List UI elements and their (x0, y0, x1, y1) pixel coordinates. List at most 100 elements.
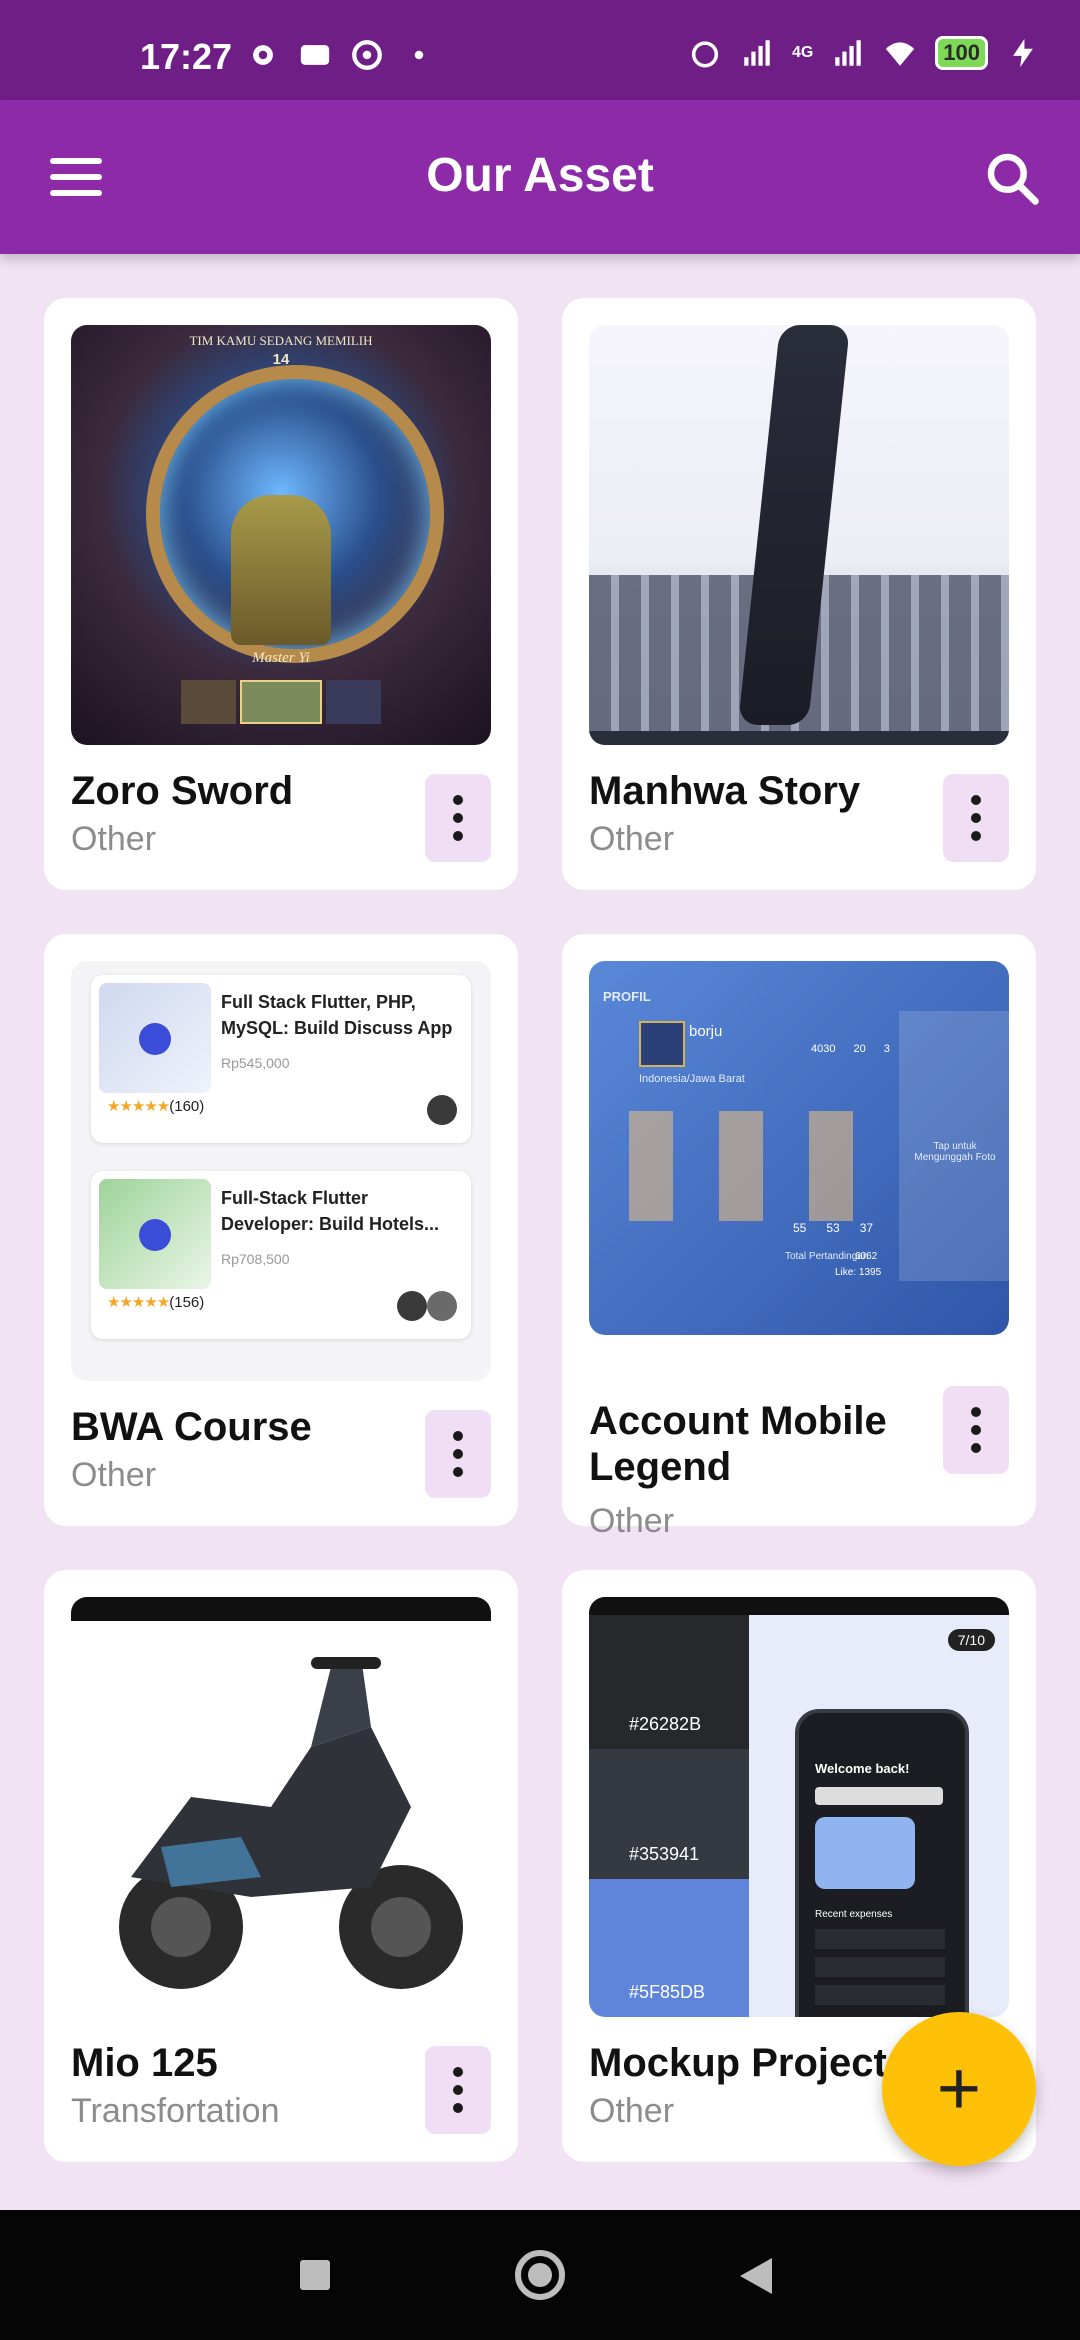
at-icon (352, 40, 382, 70)
ml-avatar (639, 1021, 685, 1067)
webtoon-icon (300, 45, 330, 65)
ml-likes: Like: 1395 (835, 1267, 882, 1278)
mockup-list (815, 1929, 945, 2009)
signal-4g-icon (835, 40, 862, 66)
ml-hint: Tap untuk Mengunggah Foto (914, 1141, 996, 1163)
avatar (397, 1291, 427, 1321)
plus-icon: + (936, 2046, 982, 2131)
ml-badges (629, 1111, 889, 1221)
scooter-image (119, 1657, 463, 1989)
battery-level: 100 (935, 36, 988, 70)
gear-icon (253, 45, 273, 65)
charging-icon (1013, 38, 1033, 68)
asset-category: Transfortation (71, 2092, 280, 2130)
wifi-icon (886, 42, 915, 66)
course-price: Rp708,500 (221, 1251, 290, 1267)
back-triangle-icon[interactable] (740, 2258, 772, 2294)
asset-card[interactable]: Mio 125 Transfortation (44, 1570, 518, 2162)
mockup-card (815, 1817, 915, 1889)
ml-stat: 3 (883, 1043, 890, 1055)
color-swatch: #5F85DB (589, 1879, 749, 2017)
status-time: 17:27 (140, 36, 233, 77)
ml-count: 53 (826, 1221, 840, 1235)
color-swatch: #26282B (589, 1615, 749, 1749)
system-nav-bar (0, 2210, 1080, 2340)
app-bar: Our Asset (0, 100, 1080, 254)
asset-category: Other (71, 1456, 157, 1494)
ml-counts: 55 53 37 (793, 1221, 873, 1235)
more-options-button[interactable] (943, 774, 1009, 862)
dot-icon (414, 50, 424, 60)
course-title: Full Stack Flutter, PHP, MySQL: Build Di… (221, 992, 453, 1038)
asset-image: #26282B #353941 #5F85DB 7/10 Welcome bac… (589, 1597, 1009, 2017)
ml-region: Indonesia/Jawa Barat (639, 1073, 745, 1085)
asset-card[interactable]: Full Stack Flutter, PHP, MySQL: Build Di… (44, 934, 518, 1526)
ml-count: 37 (859, 1221, 874, 1235)
swatch-label: #5F85DB (629, 1982, 706, 2002)
star-rating-icon: ★★★★★ (107, 1098, 170, 1115)
ml-stat: 4030 (811, 1043, 836, 1055)
ground (589, 731, 1009, 745)
swatch-label: #353941 (629, 1844, 700, 1864)
ml-header: PROFIL (603, 989, 651, 1004)
play-icon (139, 1219, 171, 1251)
asset-category: Other (589, 820, 675, 858)
asset-image: PROFIL borju Indonesia/Jawa Barat 4030 2… (589, 961, 1009, 1335)
course-reviews: (160) (169, 1098, 205, 1115)
hero-carousel (181, 680, 381, 724)
asset-title: Manhwa Story (589, 769, 861, 813)
phone-mockup: Welcome back! Recent expenses (795, 1709, 969, 2017)
image-caption: TIM KAMU SEDANG MEMILIH (189, 333, 373, 348)
more-options-button[interactable] (943, 1386, 1009, 1474)
image-top-bar (589, 1597, 1009, 1615)
mockup-search (815, 1787, 943, 1805)
home-circle-icon[interactable] (515, 2250, 565, 2300)
more-options-button[interactable] (425, 774, 491, 862)
asset-title: Mio 125 (71, 2041, 218, 2085)
ml-side-panel: Tap untuk Mengunggah Foto (899, 1011, 1009, 1281)
ml-total: 6062 (855, 1251, 878, 1262)
asset-card[interactable]: PROFIL borju Indonesia/Jawa Barat 4030 2… (562, 934, 1036, 1540)
course-thumbnail (99, 1179, 211, 1289)
add-asset-button[interactable]: + (882, 2012, 1036, 2166)
course-card: Full Stack Flutter, PHP, MySQL: Build Di… (91, 975, 471, 1143)
asset-title: Zoro Sword (71, 769, 294, 813)
asset-title: Account Mobile Legend (589, 1399, 887, 1489)
course-price: Rp545,000 (221, 1055, 290, 1071)
color-swatch: #353941 (589, 1749, 749, 1879)
ml-stat: 20 (853, 1043, 866, 1055)
recents-square-icon[interactable] (300, 2260, 330, 2290)
asset-category: Other (71, 820, 157, 858)
course-card: Full-Stack Flutter Developer: Build Hote… (91, 1171, 471, 1339)
course-title: Full-Stack Flutter Developer: Build Hote… (221, 1188, 440, 1234)
page-title: Our Asset (426, 149, 654, 202)
course-rating: ★★★★★(156) (107, 1293, 204, 1311)
play-icon (139, 1023, 171, 1055)
asset-category: Other (589, 2092, 675, 2130)
search-icon[interactable] (984, 150, 1040, 206)
more-options-button[interactable] (425, 1410, 491, 1498)
avatar (427, 1291, 457, 1321)
avatar (427, 1095, 457, 1125)
asset-image: Full Stack Flutter, PHP, MySQL: Build Di… (71, 961, 491, 1381)
ml-count: 55 (793, 1221, 807, 1235)
signal-icon (744, 40, 770, 66)
mockup-greeting: Welcome back! (815, 1761, 910, 1776)
course-reviews: (156) (169, 1294, 205, 1311)
more-options-button[interactable] (425, 2046, 491, 2134)
asset-image (71, 1597, 491, 2017)
status-icons-right: 4G 100 (688, 36, 1040, 70)
asset-category: Other (589, 1502, 675, 1540)
mockup-section: Recent expenses (815, 1909, 893, 1920)
hero-name: Master Yi (252, 650, 310, 666)
status-bar: 17:27 4G 100 (0, 0, 1080, 100)
status-icons-left (246, 38, 436, 72)
asset-card[interactable]: Manhwa Story Other (562, 298, 1036, 890)
asset-card[interactable]: TIM KAMU SEDANG MEMILIH 14 Master Yi Zor… (44, 298, 518, 890)
swatch-label: #26282B (629, 1714, 702, 1734)
ml-stats: 4030 20 3 (811, 1043, 890, 1055)
hero-figure (231, 495, 331, 645)
network-type: 4G (791, 44, 814, 61)
course-thumbnail (99, 983, 211, 1093)
asset-title: BWA Course (71, 1405, 312, 1449)
